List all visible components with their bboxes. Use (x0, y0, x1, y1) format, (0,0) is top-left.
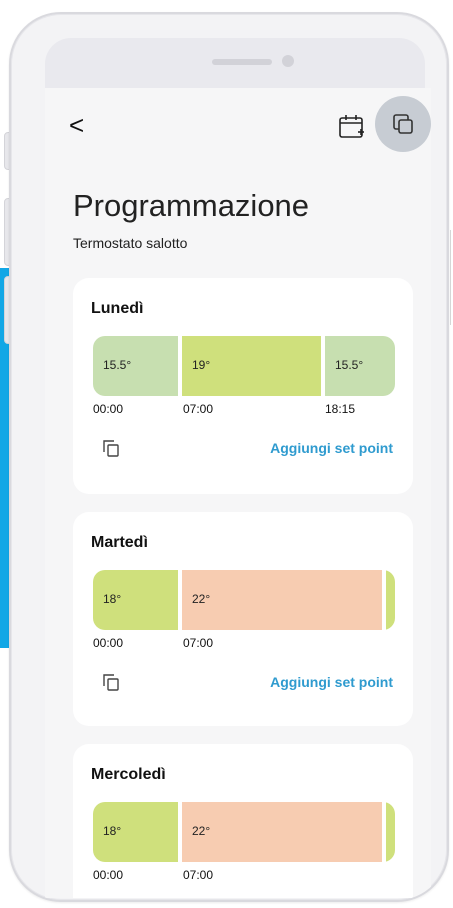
time-label: 07:00 (183, 636, 214, 650)
phone-camera (282, 55, 294, 67)
day-title: Lunedì (91, 300, 144, 317)
add-setpoint-button[interactable]: Aggiungi set point (270, 440, 393, 456)
setpoint-temperature: 18° (103, 592, 122, 606)
setpoint-segment[interactable]: 19° (182, 336, 321, 396)
time-label: 18:15 (325, 402, 356, 416)
day-title: Mercoledì (91, 766, 166, 783)
setpoint-segment[interactable]: 22° (182, 802, 382, 862)
setpoint-segment[interactable]: 18° (93, 802, 178, 862)
copy-icon (393, 114, 413, 134)
schedule-bar[interactable]: 18° 22° (93, 570, 395, 630)
schedule-bar[interactable]: 18° 22° (93, 802, 395, 862)
copy-program-button[interactable] (375, 96, 431, 152)
day-title: Martedì (91, 534, 148, 551)
setpoint-temperature: 19° (192, 358, 211, 372)
calendar-plus-icon[interactable] (337, 112, 367, 142)
copy-day-icon[interactable] (101, 438, 121, 458)
time-label: 07:00 (183, 868, 214, 882)
setpoint-segment[interactable]: 15.5° (325, 336, 395, 396)
day-card-wednesday: Mercoledì 18° 22° 00:00 07:00 (73, 744, 413, 898)
setpoint-segment[interactable]: 15.5° (93, 336, 178, 396)
back-button[interactable]: < (69, 112, 84, 138)
setpoint-temperature: 15.5° (335, 358, 364, 372)
time-label: 07:00 (183, 402, 214, 416)
time-label: 00:00 (93, 868, 124, 882)
time-label: 00:00 (93, 402, 124, 416)
setpoint-temperature: 22° (192, 824, 211, 838)
setpoint-segment[interactable] (386, 570, 395, 630)
setpoint-temperature: 22° (192, 592, 211, 606)
page-title: Programmazione (73, 188, 310, 223)
setpoint-segment[interactable]: 22° (182, 570, 382, 630)
day-card-tuesday: Martedì 18° 22° 00:00 07:00 Aggiungi set… (73, 512, 413, 726)
page-subtitle: Termostato salotto (73, 235, 188, 251)
background-divider (450, 230, 451, 325)
phone-frame: < Programmazione Termostato salotto Lune… (9, 12, 449, 902)
phone-speaker (212, 59, 272, 65)
schedule-bar[interactable]: 15.5° 19° 15.5° (93, 336, 395, 396)
day-card-monday: Lunedì 15.5° 19° 15.5° 00:00 07:00 18:15 (73, 278, 413, 494)
time-label: 00:00 (93, 636, 124, 650)
add-setpoint-button[interactable]: Aggiungi set point (270, 674, 393, 690)
app-screen: < Programmazione Termostato salotto Lune… (45, 88, 431, 898)
setpoint-temperature: 18° (103, 824, 122, 838)
setpoint-temperature: 15.5° (103, 358, 132, 372)
setpoint-segment[interactable]: 18° (93, 570, 178, 630)
setpoint-segment[interactable] (386, 802, 395, 862)
copy-day-icon[interactable] (101, 672, 121, 692)
